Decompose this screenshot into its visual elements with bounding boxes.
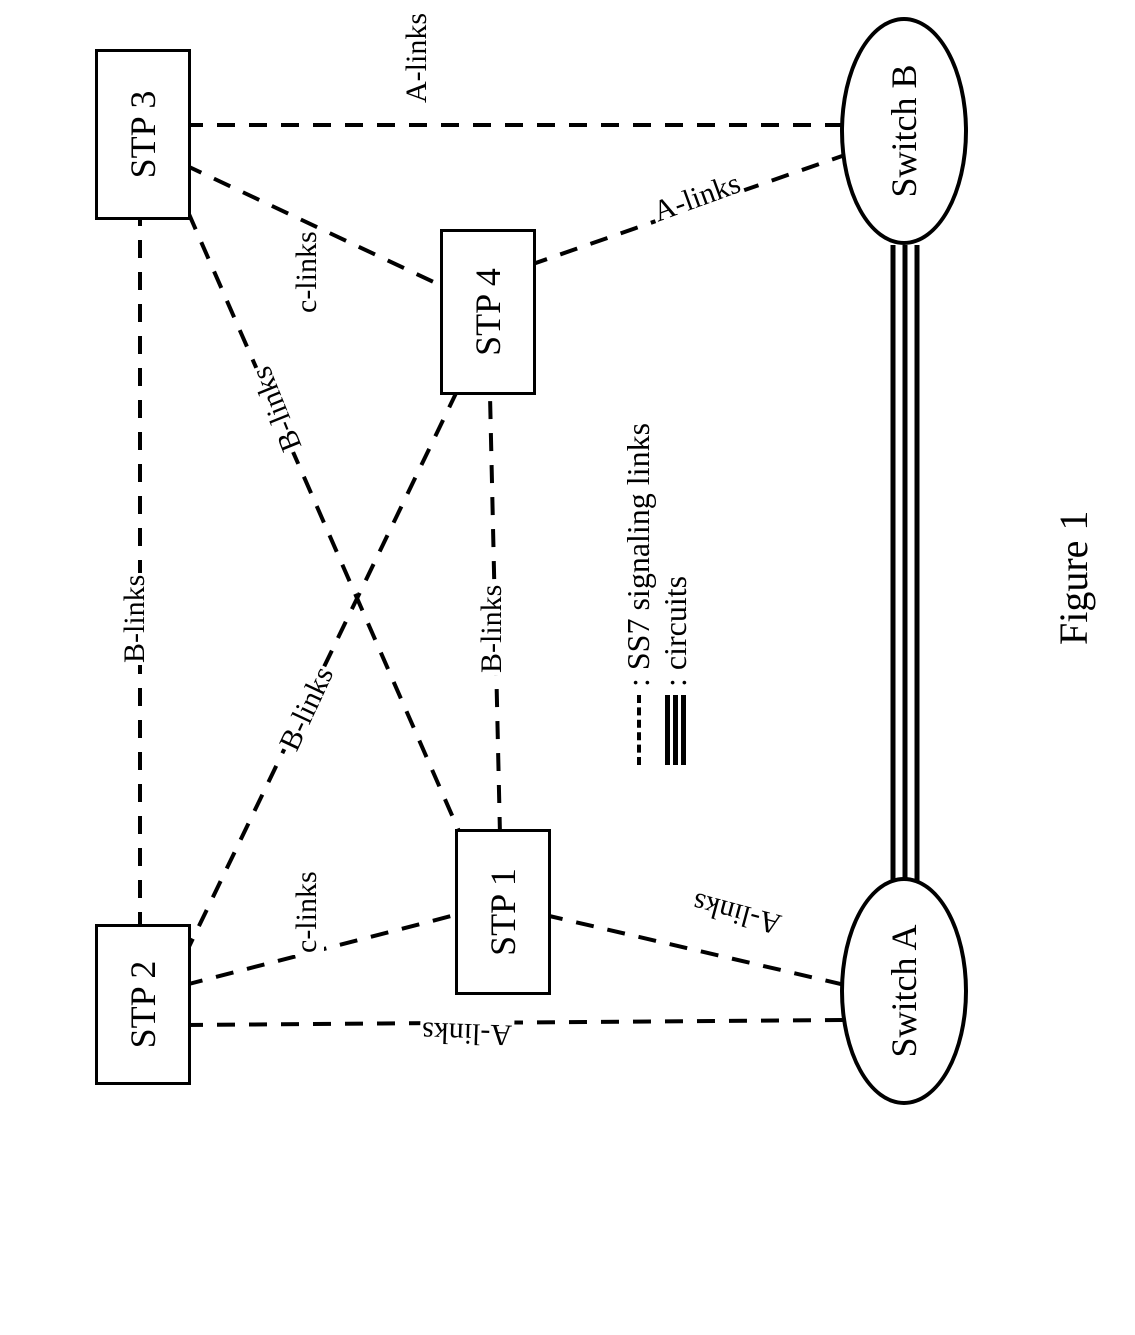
node-stp4: STP 4 [440, 229, 536, 395]
edge-label-clinks: c-links [290, 229, 324, 315]
node-switch-b: Switch B [840, 17, 968, 245]
edge-label-alinks: A-links [400, 11, 434, 105]
node-switch-a: Switch A [840, 877, 968, 1105]
node-label: STP 3 [122, 91, 164, 179]
node-label: STP 2 [122, 961, 164, 1049]
edge-label-clinks: c-links [290, 869, 324, 955]
node-stp3: STP 3 [95, 49, 191, 220]
node-label: STP 4 [467, 268, 509, 356]
node-stp2: STP 2 [95, 924, 191, 1085]
node-stp1: STP 1 [455, 829, 551, 995]
edge-label-blinks: B-links [118, 573, 152, 665]
node-label: STP 1 [482, 868, 524, 956]
node-label: Switch B [883, 65, 925, 198]
edge-label-alinks: A-links [419, 1014, 514, 1051]
edge-label-blinks: B-links [475, 583, 509, 675]
node-label: Switch A [883, 925, 925, 1058]
